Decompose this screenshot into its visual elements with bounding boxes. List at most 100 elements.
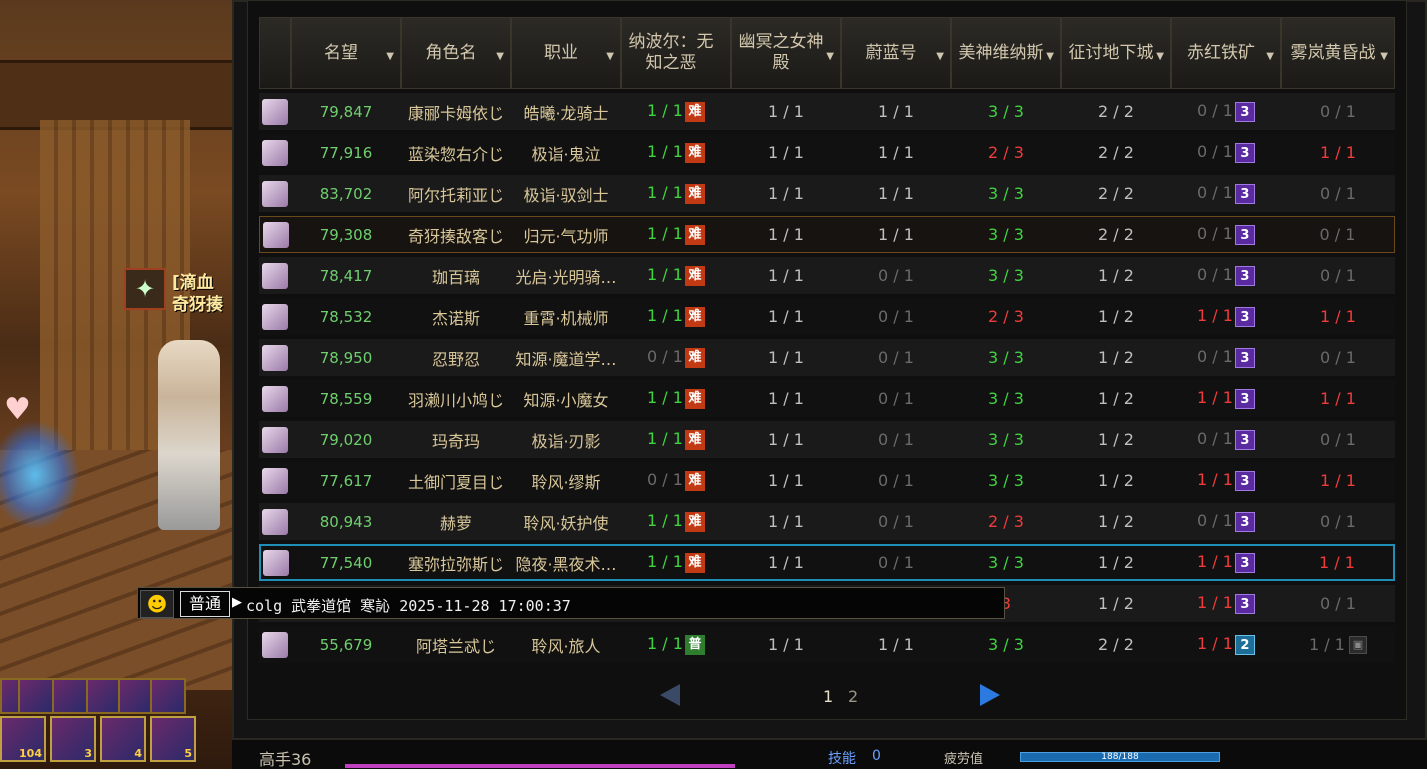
- clear-count: 1 / 2: [1098, 348, 1134, 367]
- clear-count: 1 / 2: [1098, 307, 1134, 326]
- clear-count: 0 / 1: [1197, 183, 1233, 203]
- table-row[interactable]: 55,679 阿塔兰忒じ 聆风·旅人 1 / 1普1 / 11 / 13 / 32 /…: [259, 626, 1395, 663]
- quickslot-icon[interactable]: [18, 678, 54, 714]
- play-arrow-icon: ▶: [232, 595, 242, 610]
- table-row[interactable]: 77,916 蓝染惣右介じ 极诣·鬼泣 1 / 1难1 / 11 / 12 / 32 …: [259, 134, 1395, 171]
- quickslot-icon[interactable]: [52, 678, 88, 714]
- clear-count: 0 / 1: [1320, 184, 1356, 203]
- quickslot-icon[interactable]: [118, 678, 154, 714]
- table-row[interactable]: 77,617 土御门夏目じ 聆风·缪斯 0 / 1难1 / 10 / 13 / 31 …: [259, 462, 1395, 499]
- npc-name: 奇犽揍: [172, 295, 223, 315]
- reputation-value: 78,559: [319, 390, 373, 408]
- clear-count: 0 / 1: [1197, 224, 1233, 244]
- character-name: 赫萝: [439, 513, 472, 533]
- table-row[interactable]: 78,559 羽濑川小鸠じ 知源·小魔女 1 / 1难1 / 10 / 13 / 31…: [259, 380, 1395, 417]
- item-slot-icon[interactable]: 5: [150, 716, 196, 762]
- fatigue-bar: 188/188: [1020, 752, 1220, 762]
- player-character[interactable]: [158, 340, 220, 530]
- clear-count: 0 / 1: [1319, 225, 1356, 244]
- tier-badge: 3: [1234, 470, 1255, 491]
- reputation-value: 79,847: [319, 103, 373, 121]
- skill-label[interactable]: 技能: [828, 748, 856, 768]
- difficulty-badge: 难: [684, 306, 705, 327]
- character-name: 塞弥拉弥斯じ: [407, 554, 504, 574]
- table-row[interactable]: 78,532 杰诺斯 重霄·机械师 1 / 1难1 / 10 / 12 / 31 / …: [259, 298, 1395, 335]
- clear-count: 0 / 1: [1197, 265, 1233, 285]
- character-name: 忍野忍: [431, 349, 480, 369]
- clear-count: 1 / 1: [768, 471, 804, 490]
- clear-count: 1 / 1: [647, 634, 683, 654]
- character-name: 杰诺斯: [431, 308, 480, 328]
- clear-count: 1 / 1: [768, 143, 804, 162]
- column-header-reputation[interactable]: 名望 ▼: [291, 17, 401, 89]
- character-job: 极诣·驭剑士: [523, 185, 609, 205]
- clear-count: 2 / 2: [1098, 635, 1134, 654]
- clear-count: 1 / 2: [1098, 266, 1134, 285]
- column-header-dungeon-1[interactable]: 纳波尔：无知之恶: [621, 17, 731, 89]
- item-slot-icon[interactable]: 3: [50, 716, 96, 762]
- clear-count: 0 / 1: [878, 389, 914, 408]
- character-avatar: [262, 139, 288, 166]
- clear-count: 1 / 1: [1197, 470, 1233, 490]
- tier-badge: 3: [1234, 306, 1255, 327]
- table-row[interactable]: 78,950 忍野忍 知源·魔道学… 0 / 1难1 / 10 / 13 / 31 /…: [259, 339, 1395, 376]
- character-name: 珈百璃: [431, 267, 480, 287]
- column-header-dungeon-4[interactable]: 美神维纳斯 ▼: [951, 17, 1061, 89]
- character-progress-table: 名望 ▼ 角色名 ▼ 职业 ▼ 纳波尔：无知之恶 幽冥之女神殿 ▼ 蔚蓝号 ▼ 美神维纳斯…: [259, 13, 1395, 667]
- character-job: 极诣·刃影: [531, 431, 601, 451]
- clear-count: 1 / 1: [1320, 389, 1356, 408]
- clear-count: 0 / 1: [1320, 266, 1356, 285]
- tier-badge: 3: [1234, 183, 1255, 204]
- column-header-dungeon-3[interactable]: 蔚蓝号 ▼: [841, 17, 951, 89]
- sort-arrow-icon: ▼: [496, 51, 504, 62]
- clear-count: 0 / 1: [1197, 142, 1233, 162]
- column-header-job[interactable]: 职业 ▼: [511, 17, 621, 89]
- column-header-dungeon-7[interactable]: 雾岚黄昏战 ▼: [1281, 17, 1395, 89]
- table-row[interactable]: 83,702 阿尔托莉亚じ 极诣·驭剑士 1 / 1难1 / 11 / 13 / 32…: [259, 175, 1395, 212]
- clear-count: 0 / 1: [1197, 347, 1233, 367]
- reputation-value: 77,617: [319, 472, 373, 490]
- clear-count: 2 / 3: [988, 143, 1024, 162]
- column-header-dungeon-6[interactable]: 赤红铁矿 ▼: [1171, 17, 1281, 89]
- column-header-name[interactable]: 角色名 ▼: [401, 17, 511, 89]
- item-slot-icon[interactable]: 4: [100, 716, 146, 762]
- quickslot-icon[interactable]: [86, 678, 122, 714]
- difficulty-badge: 难: [684, 142, 705, 163]
- sort-arrow-icon: ▼: [1266, 51, 1274, 62]
- difficulty-badge: 难: [684, 552, 705, 573]
- clear-count: 0 / 1: [1197, 101, 1233, 121]
- clear-count: 1 / 1: [878, 143, 914, 162]
- column-header-dungeon-5[interactable]: 征讨地下城 ▼: [1061, 17, 1171, 89]
- difficulty-badge: 难: [684, 429, 705, 450]
- character-avatar: [262, 467, 288, 494]
- character-name: 玛奇玛: [431, 431, 480, 451]
- tier-badge: 3: [1234, 388, 1255, 409]
- fatigue-label: 疲劳值: [944, 752, 984, 767]
- character-avatar: [262, 344, 288, 371]
- chat-channel-label[interactable]: 普通: [180, 591, 230, 617]
- quickslot-icon[interactable]: [150, 678, 186, 714]
- table-row[interactable]: 79,308 奇犽揍敌客じ 归元·气功师 1 / 1难1 / 11 / 13 / 32…: [259, 216, 1395, 253]
- table-row[interactable]: 77,540 塞弥拉弥斯じ 隐夜·黑夜术… 1 / 1难1 / 10 / 13 / 3…: [259, 544, 1395, 581]
- clear-count: 1 / 1: [878, 184, 914, 203]
- emoji-icon[interactable]: ☻: [140, 590, 174, 618]
- npc-nameplate[interactable]: ✦ [滴血 奇犽揍: [124, 268, 232, 315]
- tier-badge: 3: [1234, 224, 1255, 245]
- table-row[interactable]: 79,020 玛奇玛 极诣·刃影 1 / 1难1 / 10 / 13 / 31 / 2…: [259, 421, 1395, 458]
- character-avatar: [263, 549, 289, 576]
- character-job: 光启·光明骑…: [515, 267, 617, 287]
- character-name: 奇犽揍敌客じ: [407, 226, 504, 246]
- difficulty-badge: 难: [684, 224, 705, 245]
- table-row[interactable]: 78,417 珈百璃 光启·光明骑… 1 / 1难1 / 10 / 13 / 31 /…: [259, 257, 1395, 294]
- item-slot-icon[interactable]: 104: [0, 716, 46, 762]
- clear-count: 3 / 3: [988, 430, 1024, 449]
- clear-count: 0 / 1: [878, 266, 914, 285]
- clear-count: 1 / 1: [878, 102, 914, 121]
- table-row[interactable]: 80,943 赫萝 聆风·妖护使 1 / 1难1 / 10 / 12 / 31 / 2…: [259, 503, 1395, 540]
- tier-badge: 3: [1234, 142, 1255, 163]
- sort-arrow-icon: ▼: [1380, 51, 1388, 62]
- clear-count: 2 / 2: [1098, 184, 1134, 203]
- column-header-dungeon-2[interactable]: 幽冥之女神殿 ▼: [731, 17, 841, 89]
- npc-portrait-icon: ✦: [124, 268, 166, 310]
- table-row[interactable]: 79,847 康郦卡姆依じ 皓曦·龙骑士 1 / 1难1 / 11 / 13 / 32…: [259, 93, 1395, 130]
